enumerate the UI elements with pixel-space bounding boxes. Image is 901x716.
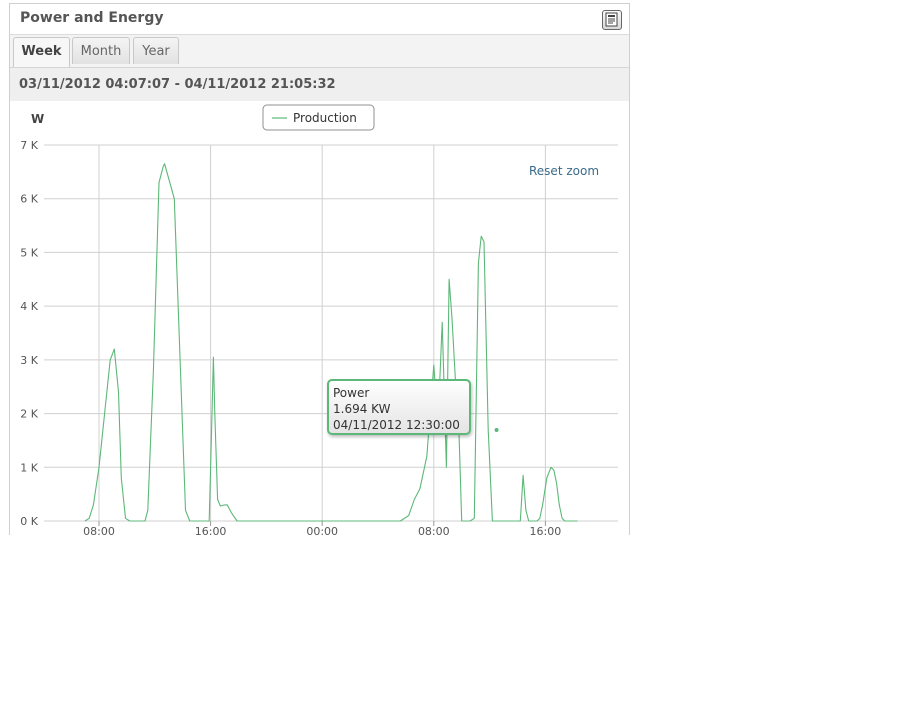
y-tick-label: 3 K	[20, 354, 38, 367]
power-chart[interactable]: 0 K 1 K 2 K 3 K 4 K 5 K 6 K 7 K 08:00 16:00 00:00 0…	[10, 101, 629, 535]
power-energy-widget: Power and Energy Week Month Year 03/11/2…	[9, 3, 630, 535]
tooltip-value: 1.694 KW	[333, 402, 391, 416]
y-tick-label: 0 K	[20, 515, 38, 528]
widget-header: Power and Energy	[10, 4, 629, 35]
x-tick-label: 08:00	[418, 525, 450, 535]
chart-tooltip: Power 1.694 KW 04/11/2012 12:30:00	[327, 379, 471, 435]
y-tick-label: 4 K	[20, 300, 38, 313]
tab-month[interactable]: Month	[72, 37, 130, 64]
tooltip-time: 04/11/2012 12:30:00	[333, 418, 460, 432]
tab-week[interactable]: Week	[13, 37, 70, 67]
y-axis-label: W	[31, 112, 44, 126]
tab-year[interactable]: Year	[133, 37, 179, 64]
x-tick-label: 16:00	[530, 525, 562, 535]
y-tick-label: 2 K	[20, 408, 38, 421]
y-tick-label: 6 K	[20, 193, 38, 206]
x-tick-label: 00:00	[306, 525, 338, 535]
x-tick-label: 08:00	[83, 525, 115, 535]
period-tabs: Week Month Year	[10, 35, 629, 68]
date-range-bar: 03/11/2012 04:07:07 - 04/11/2012 21:05:3…	[10, 68, 629, 101]
tooltip-title: Power	[333, 386, 370, 400]
y-tick-label: 1 K	[20, 461, 38, 474]
highlight-point	[494, 428, 499, 433]
widget-title: Power and Energy	[20, 10, 164, 26]
y-tick-label: 5 K	[20, 246, 38, 259]
date-range: 03/11/2012 04:07:07 - 04/11/2012 21:05:3…	[19, 77, 336, 92]
reset-zoom-button[interactable]: Reset zoom	[529, 164, 599, 178]
legend-production[interactable]: Production	[293, 111, 357, 125]
pdf-export-icon[interactable]	[602, 10, 622, 30]
x-tick-label: 16:00	[195, 525, 227, 535]
y-tick-label: 7 K	[20, 139, 38, 152]
